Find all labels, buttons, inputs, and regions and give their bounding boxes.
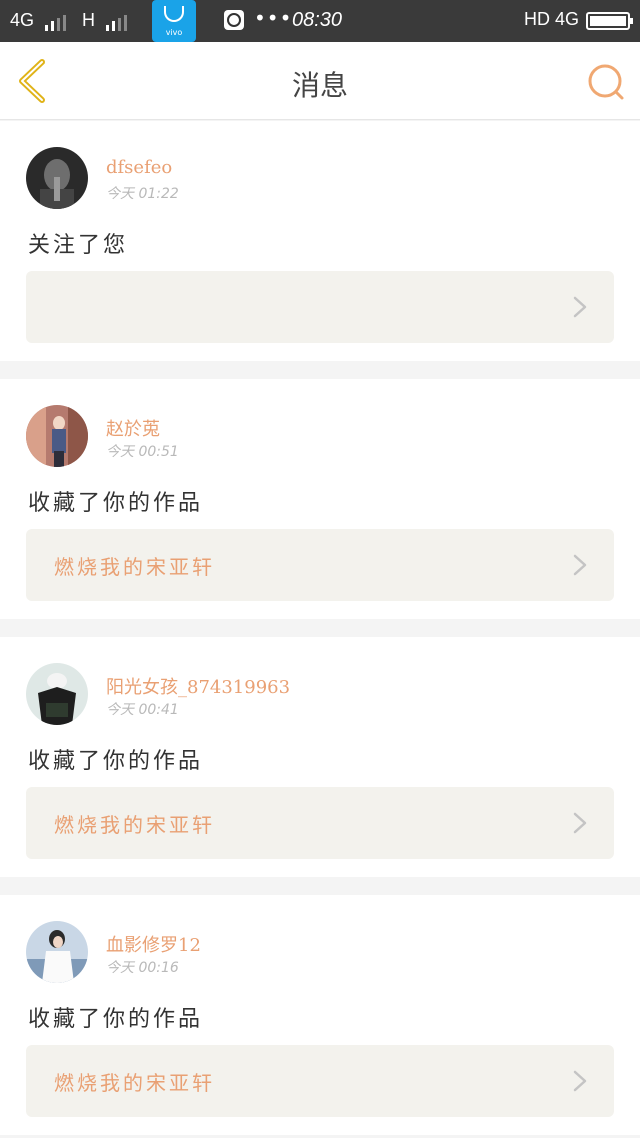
work-link[interactable]	[26, 271, 614, 343]
signal-icon	[106, 15, 128, 31]
work-link[interactable]: 燃烧我的宋亚轩	[26, 1045, 614, 1117]
battery-icon	[586, 12, 633, 30]
username[interactable]: 赵於莵	[106, 415, 160, 441]
message-action-text: 收藏了你的作品	[28, 491, 204, 516]
message-time: 今天 01:22	[106, 186, 179, 202]
status-bar: 4G H vivo ••• 08:30 HD 4G	[0, 0, 640, 42]
username[interactable]: 血影修罗12	[106, 931, 201, 957]
clock: 08:30	[292, 9, 343, 31]
search-icon[interactable]	[586, 62, 626, 102]
message-action-text: 关注了您	[28, 233, 129, 258]
message-time: 今天 00:16	[106, 960, 179, 976]
avatar[interactable]	[26, 663, 88, 725]
chevron-right-icon	[573, 812, 587, 834]
vivo-label: vivo	[165, 28, 183, 37]
message-action-text: 收藏了你的作品	[28, 1007, 204, 1032]
work-title: 燃烧我的宋亚轩	[54, 555, 215, 579]
message-item: dfsefeo 今天 01:22 关注了您	[0, 121, 640, 361]
chevron-right-icon	[573, 296, 587, 318]
network-4g-label: 4G	[10, 10, 35, 30]
username[interactable]: dfsefeo	[106, 157, 172, 178]
chevron-right-icon	[573, 554, 587, 576]
work-title: 燃烧我的宋亚轩	[54, 813, 215, 837]
vivo-store-icon: vivo	[152, 0, 196, 42]
avatar[interactable]	[26, 405, 88, 467]
page-title: 消息	[291, 69, 348, 102]
avatar[interactable]	[26, 921, 88, 983]
chevron-right-icon	[573, 1070, 587, 1092]
work-link[interactable]: 燃烧我的宋亚轩	[26, 787, 614, 859]
signal-icon	[45, 15, 67, 31]
network-indicator-left: 4G H	[10, 10, 138, 31]
more-dots-icon: •••	[254, 6, 293, 30]
username[interactable]: 阳光女孩_874319963	[106, 673, 290, 699]
message-item: 血影修罗12 今天 00:16 收藏了你的作品 燃烧我的宋亚轩	[0, 895, 640, 1135]
message-action-text: 收藏了你的作品	[28, 749, 204, 774]
network-h-label: H	[82, 10, 96, 30]
avatar[interactable]	[26, 147, 88, 209]
message-item: 赵於莵 今天 00:51 收藏了你的作品 燃烧我的宋亚轩	[0, 379, 640, 619]
globe-icon	[224, 10, 244, 30]
work-title: 燃烧我的宋亚轩	[54, 1071, 215, 1095]
message-time: 今天 00:41	[106, 702, 179, 718]
top-nav-bar: 消息	[0, 42, 640, 120]
network-indicator-right: HD 4G	[524, 9, 580, 29]
message-time: 今天 00:51	[106, 444, 179, 460]
message-item: 阳光女孩_874319963 今天 00:41 收藏了你的作品 燃烧我的宋亚轩	[0, 637, 640, 877]
work-link[interactable]: 燃烧我的宋亚轩	[26, 529, 614, 601]
